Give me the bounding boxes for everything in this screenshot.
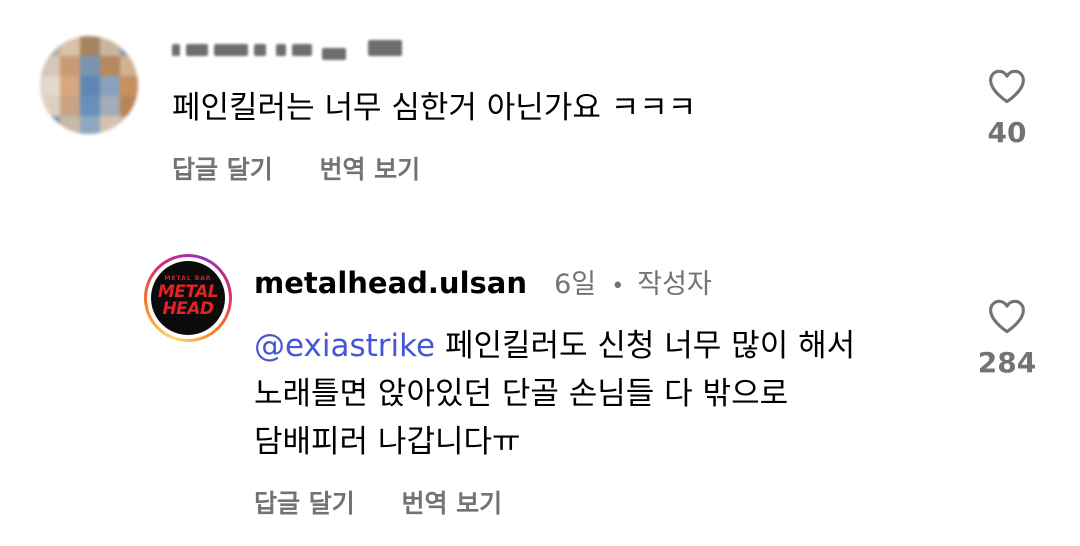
see-translation-button[interactable]: 번역 보기 <box>401 489 502 518</box>
reply-header: metalhead.ulsan 6일 • 작성자 <box>254 262 712 301</box>
heart-icon[interactable] <box>987 298 1027 334</box>
reply-text-1: 페인킬러도 신청 너무 많이 해서 <box>444 328 856 364</box>
commenter-avatar[interactable] <box>40 36 138 134</box>
mention-link[interactable]: @exiastrike <box>254 328 435 364</box>
logo-line2: HEAD <box>162 299 214 319</box>
meta-separator: • <box>611 274 625 299</box>
reply-text-line2: 노래틀면 앉아있던 단골 손님들 다 밖으로 <box>254 376 789 412</box>
reply-button[interactable]: 답글 달기 <box>254 489 355 518</box>
like-count: 284 <box>977 346 1037 379</box>
logo-small-text: METAL BAR <box>164 275 212 282</box>
reply-actions: 답글 달기 번역 보기 <box>254 484 540 520</box>
like-count: 40 <box>987 116 1027 149</box>
reply-username[interactable]: metalhead.ulsan <box>254 266 527 300</box>
author-badge: 작성자 <box>637 269 712 300</box>
reply-text-line3: 담배피러 나갑니다ㅠ <box>254 424 521 460</box>
comment-actions: 답글 달기 번역 보기 <box>172 150 458 186</box>
reply-avatar[interactable]: METAL BAR METAL HEAD <box>144 254 232 342</box>
comment-like: 40 <box>972 68 1042 149</box>
reply-text-line1: @exiastrike 페인킬러도 신청 너무 많이 해서 <box>254 324 855 368</box>
metal-head-logo: METAL BAR METAL HEAD <box>151 261 225 335</box>
reply-like: 284 <box>972 298 1042 379</box>
comments-section: 페인킬러는 너무 심한거 아닌가요 ㅋㅋㅋ 답글 달기 번역 보기 40 MET… <box>0 0 1080 546</box>
heart-icon[interactable] <box>987 68 1027 104</box>
commenter-username-blurred[interactable] <box>172 38 404 64</box>
reply-time: 6일 <box>554 269 597 300</box>
see-translation-button[interactable]: 번역 보기 <box>319 155 420 184</box>
comment-text: 페인킬러는 너무 심한거 아닌가요 ㅋㅋㅋ <box>172 90 697 126</box>
reply-button[interactable]: 답글 달기 <box>172 155 273 184</box>
